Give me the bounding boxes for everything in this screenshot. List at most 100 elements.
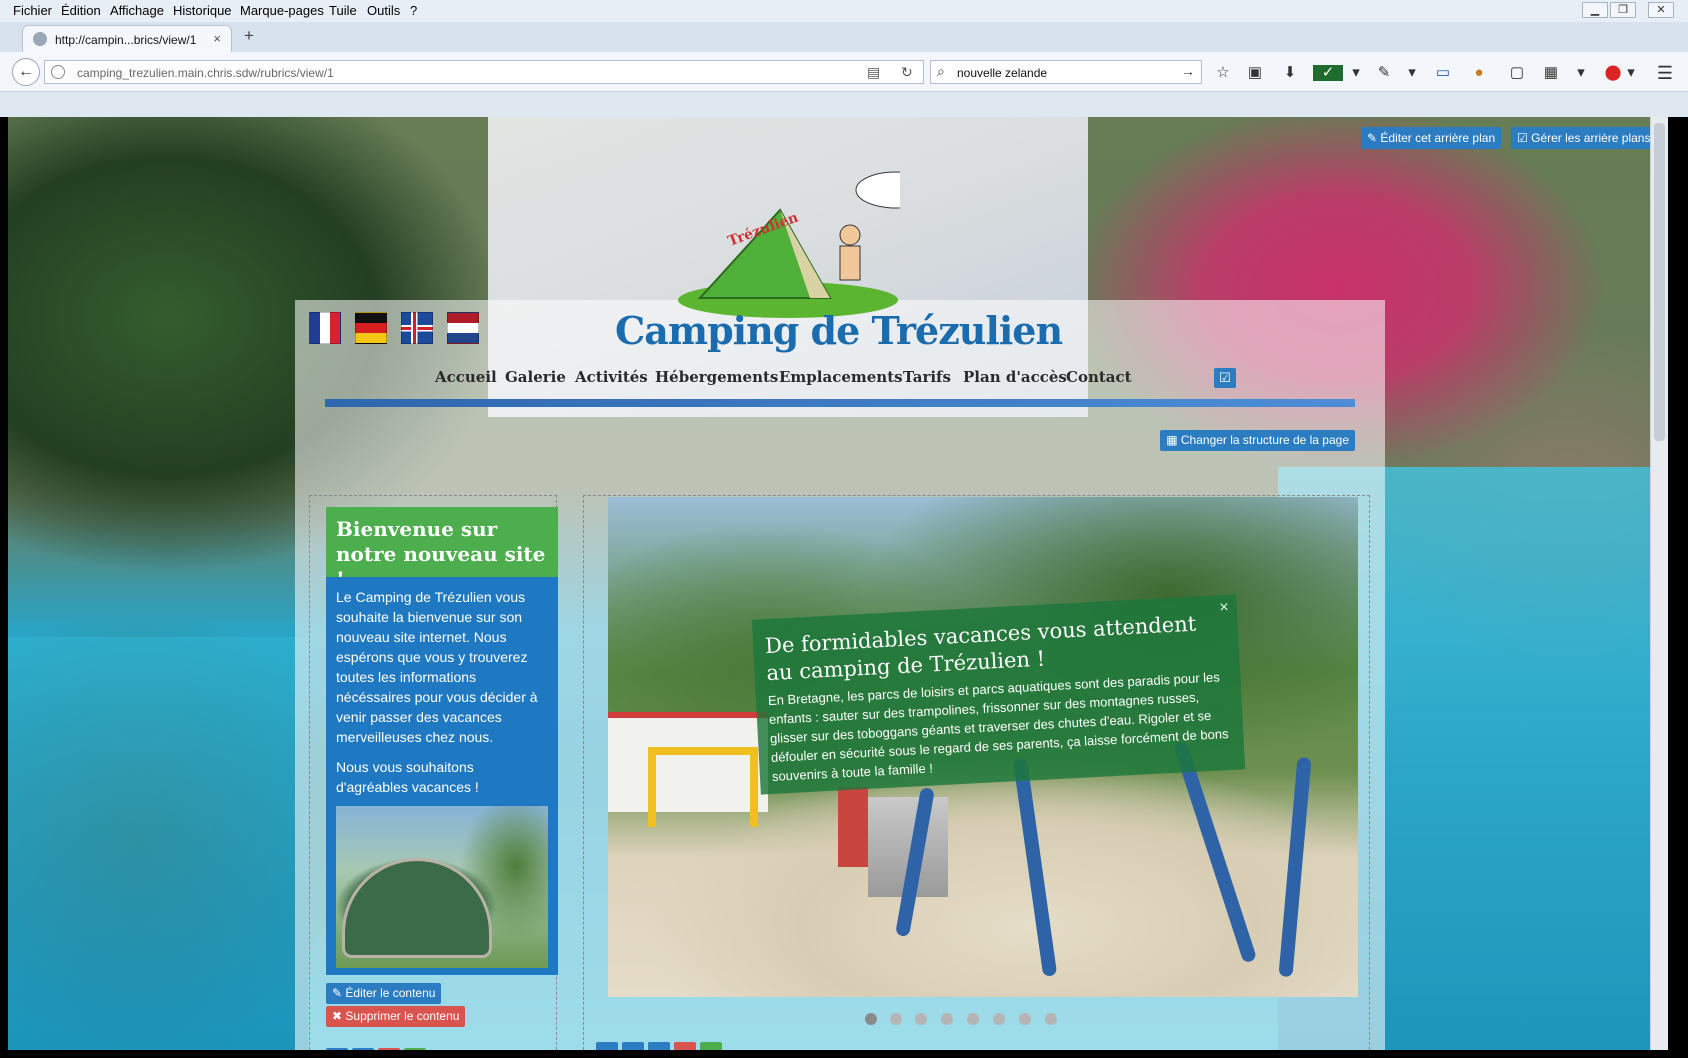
pencil-icon[interactable]: ✎ <box>1375 65 1393 81</box>
left-column-dropzone: Bienvenue sur notre nouveau site ! Le Ca… <box>309 495 558 1050</box>
slider-dot[interactable] <box>1019 1013 1031 1025</box>
bookmark-star-icon[interactable]: ☆ <box>1214 65 1232 81</box>
search-input[interactable]: nouvelle zelande <box>957 66 1047 80</box>
menu-help[interactable]: ? <box>410 3 417 18</box>
change-structure-label: Changer la structure de la page <box>1180 433 1349 447</box>
yellow-frame-shape <box>648 747 758 827</box>
navigation-bar: ← camping_trezulien.main.chris.sdw/rubri… <box>0 52 1688 92</box>
slider-dot[interactable] <box>967 1013 979 1025</box>
edit-background-button[interactable]: ✎ Éditer cet arrière plan <box>1361 127 1502 149</box>
nav-divider <box>325 399 1355 407</box>
menu-edition[interactable]: Édition <box>61 3 101 18</box>
move-slide-up-tool[interactable] <box>622 1042 644 1050</box>
camping-mascot-logo: Trézulien <box>678 171 900 318</box>
slider-dot[interactable] <box>890 1013 902 1025</box>
slider-dot[interactable] <box>915 1013 927 1025</box>
adblock-icon[interactable]: ⬤ <box>1604 65 1622 81</box>
right-column-dropzone: × De formidables vacances vous attendent… <box>583 495 1370 1050</box>
photo-slider[interactable]: × De formidables vacances vous attendent… <box>608 497 1358 997</box>
caption-text: En Bretagne, les parcs de loisirs et par… <box>767 669 1229 784</box>
flag-is-icon[interactable] <box>401 312 433 344</box>
move-slide-tool[interactable] <box>648 1042 670 1050</box>
slider-dot[interactable] <box>1045 1013 1057 1025</box>
globe-icon <box>33 32 47 46</box>
edit-content-button[interactable]: ✎ Éditer le contenu <box>326 983 442 1004</box>
tent-photo <box>336 806 548 968</box>
scrollbar-thumb[interactable] <box>1654 123 1665 441</box>
swing-post <box>1172 740 1258 964</box>
reader-view-icon[interactable]: ▤ <box>867 64 880 81</box>
extension-icon[interactable]: ✓ <box>1313 65 1343 81</box>
reload-icon[interactable]: ↻ <box>901 64 913 81</box>
remove-slide-tool[interactable] <box>674 1042 696 1050</box>
flag-fr-icon[interactable] <box>309 312 341 344</box>
back-button[interactable]: ← <box>12 58 40 86</box>
tab-active[interactable]: http://campin...brics/view/1 × <box>22 25 232 52</box>
minimize-button[interactable]: ▁ <box>1582 2 1608 18</box>
search-icon: ⌕ <box>937 63 945 79</box>
nav-hebergements[interactable]: Hébergements <box>655 368 778 386</box>
search-go-icon[interactable]: → <box>1181 63 1195 79</box>
slider-dot[interactable] <box>865 1013 877 1025</box>
close-window-button[interactable]: ✕ <box>1648 2 1674 18</box>
dropdown-arrow-icon[interactable]: ▾ <box>1347 65 1365 81</box>
reading-list-icon[interactable]: ▣ <box>1246 65 1264 81</box>
dropdown-arrow-icon[interactable]: ▾ <box>1572 65 1590 81</box>
nav-activites[interactable]: Activités <box>575 368 648 386</box>
flag-de-icon[interactable] <box>355 312 387 344</box>
menu-fichier[interactable]: Fichier <box>13 3 52 18</box>
cookie-icon[interactable]: ● <box>1470 65 1488 81</box>
delete-content-label: Supprimer le contenu <box>345 1009 460 1023</box>
browser-chrome: Fichier Édition Affichage Historique Mar… <box>0 0 1688 117</box>
dropdown-arrow-icon[interactable]: ▾ <box>1403 65 1421 81</box>
menu-marque-pages[interactable]: Marque-pages <box>240 3 324 18</box>
swing-post <box>1278 756 1312 978</box>
nav-plan-acces[interactable]: Plan d'accès <box>963 368 1067 386</box>
hamburger-menu-icon[interactable]: ☰ <box>1656 64 1674 82</box>
flag-nl-icon[interactable] <box>447 312 479 344</box>
playground-slide-frame <box>838 787 868 867</box>
change-structure-button[interactable]: ▦ Changer la structure de la page <box>1160 430 1355 451</box>
manage-backgrounds-button[interactable]: ☑ Gérer les arrière plans <box>1511 127 1657 149</box>
tab-close-icon[interactable]: × <box>213 31 221 46</box>
nav-edit-icon[interactable]: ☑ <box>1214 368 1236 388</box>
caption-close-icon[interactable]: × <box>1219 599 1229 617</box>
download-icon[interactable]: ⬇ <box>1281 65 1299 81</box>
tab-title: http://campin...brics/view/1 <box>55 33 197 47</box>
edit-background-label: Éditer cet arrière plan <box>1380 131 1496 145</box>
menu-historique[interactable]: Historique <box>173 3 232 18</box>
menu-tuile[interactable]: Tuile <box>329 3 357 18</box>
manage-backgrounds-label: Gérer les arrière plans <box>1531 131 1651 145</box>
page-scrollbar[interactable] <box>1650 117 1668 1050</box>
grid-icon[interactable]: ▦ <box>1542 65 1560 81</box>
site-identity-icon[interactable] <box>51 65 65 79</box>
slider-dot[interactable] <box>941 1013 953 1025</box>
menu-affichage[interactable]: Affichage <box>110 3 164 18</box>
page-icon[interactable]: ▢ <box>1508 65 1526 81</box>
nav-emplacements[interactable]: Emplacements <box>779 368 903 386</box>
welcome-title: Bienvenue sur notre nouveau site ! <box>326 507 558 591</box>
delete-content-button[interactable]: ✖ Supprimer le contenu <box>326 1006 466 1027</box>
nav-galerie[interactable]: Galerie <box>505 368 566 386</box>
slider-dot[interactable] <box>993 1013 1005 1025</box>
menu-outils[interactable]: Outils <box>367 3 400 18</box>
swing-post <box>1012 757 1058 977</box>
search-bar[interactable]: ⌕ nouvelle zelande → <box>930 60 1202 84</box>
nav-tarifs[interactable]: Tarifs <box>903 368 951 386</box>
edit-content-label: Éditer le contenu <box>345 986 436 1000</box>
nav-accueil[interactable]: Accueil <box>435 368 497 386</box>
nav-contact[interactable]: Contact <box>1066 368 1132 386</box>
screen-icon[interactable]: ▭ <box>1434 65 1452 81</box>
welcome-body: Le Camping de Trézulien vous souhaite la… <box>326 577 558 975</box>
welcome-paragraph: Nous vous souhaitons d'agréables vacance… <box>336 759 479 795</box>
slider-caption: × De formidables vacances vous attendent… <box>751 594 1246 795</box>
page-viewport: ✎ Éditer cet arrière plan ☑ Gérer les ar… <box>8 117 1668 1050</box>
url-bar[interactable]: camping_trezulien.main.chris.sdw/rubrics… <box>44 60 924 84</box>
maximize-button[interactable]: ❐ <box>1610 2 1636 18</box>
site-title[interactable]: Camping de Trézulien <box>615 308 1063 353</box>
add-slide-tool[interactable] <box>700 1042 722 1050</box>
site-container: Trézulien Camping de Trézulien Accueil G… <box>295 171 1385 1050</box>
dropdown-arrow-icon[interactable]: ▾ <box>1622 65 1640 81</box>
new-tab-button[interactable]: + <box>244 26 254 46</box>
edit-slide-tool[interactable] <box>596 1042 618 1050</box>
